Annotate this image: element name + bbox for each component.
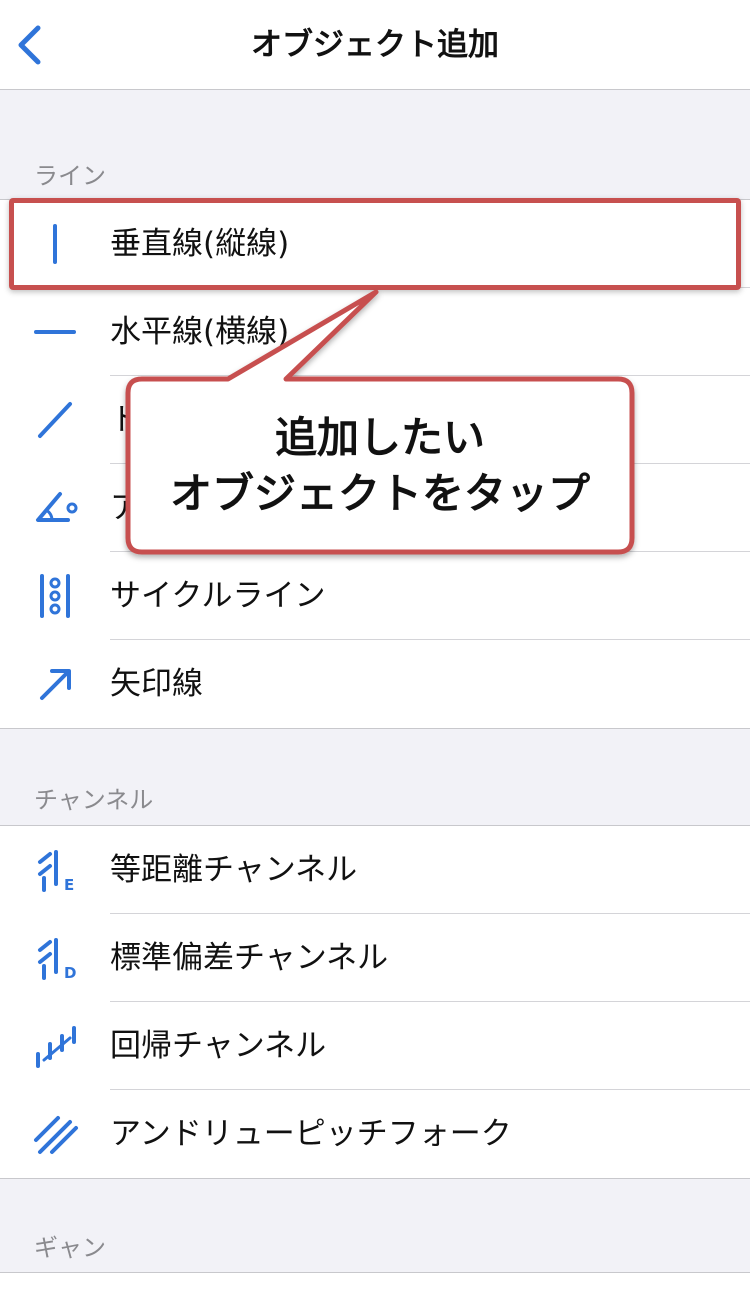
list-item-andrews-pitchfork[interactable]: アンドリューピッチフォーク	[0, 1090, 750, 1178]
callout-line-2: オブジェクトをタップ	[169, 469, 590, 518]
list-item-cycle-lines[interactable]: サイクルライン	[0, 552, 750, 640]
list-item-regression-channel[interactable]: 回帰チャンネル	[0, 1002, 750, 1090]
std-dev-channel-icon: D	[38, 938, 76, 980]
item-label: 等距離チャンネル	[110, 852, 358, 888]
callout-text: 追加したい オブジェクトをタップ	[130, 385, 630, 547]
nav-bar: オブジェクト追加	[0, 0, 750, 90]
trendline-icon	[38, 402, 72, 438]
regression-channel-icon	[36, 1026, 76, 1068]
item-label: 標準偏差チャンネル	[110, 940, 389, 976]
pitchfork-icon	[34, 1116, 78, 1154]
section-header-channels: チャンネル	[34, 786, 154, 814]
item-label: 水平線(横線)	[110, 314, 290, 350]
section-header-lines: ライン	[34, 162, 106, 190]
page-title: オブジェクト追加	[251, 27, 499, 63]
list-item-horizontal-line[interactable]: 水平線(横線)	[0, 288, 750, 376]
equidistant-channel-icon: E	[38, 850, 74, 892]
list-item-arrow-line[interactable]: 矢印線	[0, 640, 750, 728]
item-label: サイクルライン	[110, 578, 326, 614]
callout-line-1: 追加したい	[274, 413, 485, 462]
item-label: 矢印線	[110, 666, 203, 702]
svg-text:E: E	[64, 876, 74, 892]
horizontal-line-icon	[34, 330, 76, 334]
channels-group: E 等距離チャンネル D 標準偏差チャンネル 回帰チャンネル アンドリューピッチ…	[0, 825, 750, 1179]
cycle-lines-icon	[40, 574, 70, 618]
arrow-icon	[40, 669, 71, 700]
section-header-gann: ギャン	[34, 1234, 106, 1262]
item-label: 垂直線(縦線)	[110, 226, 290, 262]
vertical-line-icon	[53, 224, 57, 264]
list-item-vertical-line[interactable]: 垂直線(縦線)	[0, 200, 750, 288]
list-item-std-dev-channel[interactable]: D 標準偏差チャンネル	[0, 914, 750, 1002]
list-item-equidistant-channel[interactable]: E 等距離チャンネル	[0, 826, 750, 914]
item-label: 回帰チャンネル	[110, 1028, 327, 1064]
gann-group	[0, 1272, 750, 1302]
angle-icon	[36, 492, 78, 522]
svg-text:D: D	[64, 964, 76, 980]
item-label: アンドリューピッチフォーク	[110, 1116, 512, 1152]
